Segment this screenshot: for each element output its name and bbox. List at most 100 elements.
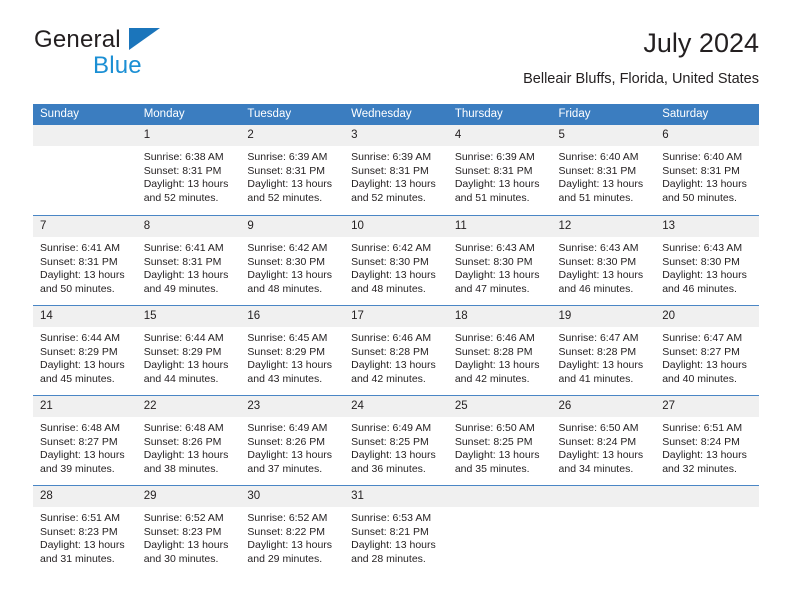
sunrise-text: Sunrise: 6:52 AM <box>143 512 224 524</box>
daylight-text-line1: Daylight: 13 hours <box>558 449 644 462</box>
daylight-text-line1: Daylight: 13 hours <box>247 449 333 462</box>
day-number: 20 <box>655 306 759 327</box>
day-cell-inner: 28 Sunrise: 6:51 AM Sunset: 8:23 PM Dayligh… <box>33 485 137 575</box>
day-cell-inner: 24 Sunrise: 6:49 AM Sunset: 8:25 PM Dayligh… <box>344 395 448 485</box>
day-cell-inner: 16 Sunrise: 6:45 AM Sunset: 8:29 PM Dayligh… <box>240 305 345 395</box>
calendar-day-cell[interactable]: 29 Sunrise: 6:52 AM Sunset: 8:23 PM Dayligh… <box>136 485 241 575</box>
daylight-text-line1: Daylight: 13 hours <box>143 539 229 552</box>
daylight-text-line2: and 29 minutes. <box>247 552 323 565</box>
calendar-day-cell[interactable]: 31 Sunrise: 6:53 AM Sunset: 8:21 PM Dayligh… <box>344 485 448 575</box>
sunset-text: Sunset: 8:23 PM <box>40 525 118 538</box>
calendar-day-cell[interactable]: 28 Sunrise: 6:51 AM Sunset: 8:23 PM Dayligh… <box>33 485 137 575</box>
calendar-day-cell[interactable]: 25 Sunrise: 6:50 AM Sunset: 8:25 PM Dayligh… <box>447 395 552 485</box>
calendar-page: General Blue July 2024 Belleair Bluffs, … <box>0 0 792 612</box>
calendar-day-cell[interactable]: 11 Sunrise: 6:43 AM Sunset: 8:30 PM Dayligh… <box>447 215 552 305</box>
day-cell-inner: 29 Sunrise: 6:52 AM Sunset: 8:23 PM Dayligh… <box>136 485 241 575</box>
day-sun-info: Sunrise: 6:53 AM Sunset: 8:21 PM Daylight:… <box>344 507 448 566</box>
day-cell-inner <box>33 125 137 215</box>
sunrise-text: Sunrise: 6:48 AM <box>40 422 120 434</box>
calendar-day-cell[interactable]: 18 Sunrise: 6:46 AM Sunset: 8:28 PM Dayligh… <box>447 305 552 395</box>
calendar-day-cell[interactable]: 9 Sunrise: 6:42 AM Sunset: 8:30 PM Daylight… <box>240 215 345 305</box>
day-cell-inner: 6 Sunrise: 6:40 AM Sunset: 8:31 PM Daylight… <box>655 125 759 215</box>
day-number <box>655 486 759 507</box>
day-number: 10 <box>344 216 448 237</box>
calendar-day-cell[interactable]: 14 Sunrise: 6:44 AM Sunset: 8:29 PM Dayligh… <box>33 305 137 395</box>
calendar-day-cell[interactable]: 3 Sunrise: 6:39 AM Sunset: 8:31 PM Daylight… <box>344 125 448 215</box>
day-cell-inner: 14 Sunrise: 6:44 AM Sunset: 8:29 PM Dayligh… <box>33 305 137 395</box>
day-sun-info: Sunrise: 6:46 AM Sunset: 8:28 PM Daylight:… <box>448 327 552 386</box>
calendar-day-cell[interactable]: 2 Sunrise: 6:39 AM Sunset: 8:31 PM Daylight… <box>240 125 345 215</box>
weekday-header-saturday: Saturday <box>655 104 759 125</box>
day-sun-info: Sunrise: 6:40 AM Sunset: 8:31 PM Daylight:… <box>655 146 759 205</box>
calendar-day-cell <box>447 485 552 575</box>
sunrise-text: Sunrise: 6:46 AM <box>351 332 432 344</box>
day-number: 14 <box>33 306 137 327</box>
day-cell-inner: 26 Sunrise: 6:50 AM Sunset: 8:24 PM Dayligh… <box>551 395 656 485</box>
calendar-day-cell[interactable]: 10 Sunrise: 6:42 AM Sunset: 8:30 PM Dayligh… <box>344 215 448 305</box>
day-cell-inner: 25 Sunrise: 6:50 AM Sunset: 8:25 PM Dayligh… <box>447 395 552 485</box>
day-sun-info: Sunrise: 6:44 AM Sunset: 8:29 PM Daylight:… <box>137 327 241 386</box>
sunrise-text: Sunrise: 6:43 AM <box>454 242 535 254</box>
calendar-day-cell[interactable]: 16 Sunrise: 6:45 AM Sunset: 8:29 PM Dayligh… <box>240 305 345 395</box>
calendar-day-cell[interactable]: 5 Sunrise: 6:40 AM Sunset: 8:31 PM Daylight… <box>551 125 656 215</box>
daylight-text-line2: and 46 minutes. <box>662 282 737 295</box>
day-number: 12 <box>551 216 656 237</box>
calendar-day-cell[interactable]: 7 Sunrise: 6:41 AM Sunset: 8:31 PM Daylight… <box>33 215 137 305</box>
logo-triangle-icon <box>129 28 160 50</box>
daylight-text-line1: Daylight: 13 hours <box>40 449 125 462</box>
calendar-day-cell[interactable]: 15 Sunrise: 6:44 AM Sunset: 8:29 PM Dayligh… <box>136 305 241 395</box>
sunrise-text: Sunrise: 6:42 AM <box>247 242 328 254</box>
day-cell-inner: 11 Sunrise: 6:43 AM Sunset: 8:30 PM Dayligh… <box>447 215 552 305</box>
day-sun-info: Sunrise: 6:43 AM Sunset: 8:30 PM Daylight:… <box>655 237 759 296</box>
calendar-day-cell[interactable]: 4 Sunrise: 6:39 AM Sunset: 8:31 PM Daylight… <box>447 125 552 215</box>
day-sun-info: Sunrise: 6:42 AM Sunset: 8:30 PM Daylight:… <box>344 237 448 296</box>
calendar-day-cell[interactable]: 27 Sunrise: 6:51 AM Sunset: 8:24 PM Dayligh… <box>655 395 759 485</box>
calendar-week-row: 28 Sunrise: 6:51 AM Sunset: 8:23 PM Dayligh… <box>33 485 759 575</box>
sunrise-text: Sunrise: 6:43 AM <box>662 242 743 254</box>
sunset-text: Sunset: 8:31 PM <box>143 255 222 268</box>
sunset-text: Sunset: 8:24 PM <box>558 435 637 448</box>
daylight-text-line1: Daylight: 13 hours <box>454 359 540 372</box>
day-number: 27 <box>655 396 759 417</box>
day-number <box>551 486 656 507</box>
calendar-day-cell[interactable]: 19 Sunrise: 6:47 AM Sunset: 8:28 PM Dayligh… <box>551 305 656 395</box>
calendar-day-cell[interactable]: 12 Sunrise: 6:43 AM Sunset: 8:30 PM Dayligh… <box>551 215 656 305</box>
calendar-day-cell <box>655 485 759 575</box>
sunset-text: Sunset: 8:28 PM <box>558 345 637 358</box>
sunset-text: Sunset: 8:31 PM <box>558 164 637 177</box>
calendar-day-cell[interactable]: 23 Sunrise: 6:49 AM Sunset: 8:26 PM Dayligh… <box>240 395 345 485</box>
calendar-day-cell[interactable]: 13 Sunrise: 6:43 AM Sunset: 8:30 PM Dayligh… <box>655 215 759 305</box>
sunrise-text: Sunrise: 6:40 AM <box>558 151 639 163</box>
calendar-day-cell[interactable]: 1 Sunrise: 6:38 AM Sunset: 8:31 PM Daylight… <box>136 125 241 215</box>
sunrise-text: Sunrise: 6:42 AM <box>351 242 432 254</box>
day-number <box>33 125 137 146</box>
calendar-week-row: 14 Sunrise: 6:44 AM Sunset: 8:29 PM Dayligh… <box>33 305 759 395</box>
daylight-text-line2: and 39 minutes. <box>40 462 115 475</box>
day-cell-inner: 19 Sunrise: 6:47 AM Sunset: 8:28 PM Dayligh… <box>551 305 656 395</box>
day-number: 25 <box>447 396 552 417</box>
daylight-text-line2: and 50 minutes. <box>662 191 737 204</box>
sunset-text: Sunset: 8:31 PM <box>454 164 533 177</box>
sunset-text: Sunset: 8:31 PM <box>143 164 222 177</box>
calendar-day-cell[interactable]: 22 Sunrise: 6:48 AM Sunset: 8:26 PM Dayligh… <box>136 395 241 485</box>
calendar-day-cell[interactable]: 17 Sunrise: 6:46 AM Sunset: 8:28 PM Dayligh… <box>344 305 448 395</box>
calendar-day-cell[interactable]: 20 Sunrise: 6:47 AM Sunset: 8:27 PM Dayligh… <box>655 305 759 395</box>
calendar-day-cell[interactable]: 26 Sunrise: 6:50 AM Sunset: 8:24 PM Dayligh… <box>551 395 656 485</box>
day-sun-info: Sunrise: 6:49 AM Sunset: 8:26 PM Daylight:… <box>240 417 344 476</box>
sunset-text: Sunset: 8:29 PM <box>247 345 326 358</box>
daylight-text-line1: Daylight: 13 hours <box>558 269 644 282</box>
calendar-day-cell[interactable]: 6 Sunrise: 6:40 AM Sunset: 8:31 PM Daylight… <box>655 125 759 215</box>
daylight-text-line1: Daylight: 13 hours <box>662 359 747 372</box>
day-sun-info: Sunrise: 6:39 AM Sunset: 8:31 PM Daylight:… <box>448 146 552 205</box>
daylight-text-line1: Daylight: 13 hours <box>143 269 229 282</box>
weekday-header-sunday: Sunday <box>33 104 137 125</box>
sunrise-sunset-calendar: Sunday Monday Tuesday Wednesday Thursday… <box>33 104 759 575</box>
calendar-day-cell[interactable]: 8 Sunrise: 6:41 AM Sunset: 8:31 PM Daylight… <box>136 215 241 305</box>
sunrise-text: Sunrise: 6:39 AM <box>351 151 432 163</box>
calendar-day-cell[interactable]: 24 Sunrise: 6:49 AM Sunset: 8:25 PM Dayligh… <box>344 395 448 485</box>
day-cell-inner: 8 Sunrise: 6:41 AM Sunset: 8:31 PM Daylight… <box>136 215 241 305</box>
day-cell-inner: 3 Sunrise: 6:39 AM Sunset: 8:31 PM Daylight… <box>344 125 448 215</box>
sunrise-text: Sunrise: 6:50 AM <box>558 422 639 434</box>
calendar-day-cell[interactable]: 21 Sunrise: 6:48 AM Sunset: 8:27 PM Dayligh… <box>33 395 137 485</box>
calendar-day-cell[interactable]: 30 Sunrise: 6:52 AM Sunset: 8:22 PM Dayligh… <box>240 485 345 575</box>
